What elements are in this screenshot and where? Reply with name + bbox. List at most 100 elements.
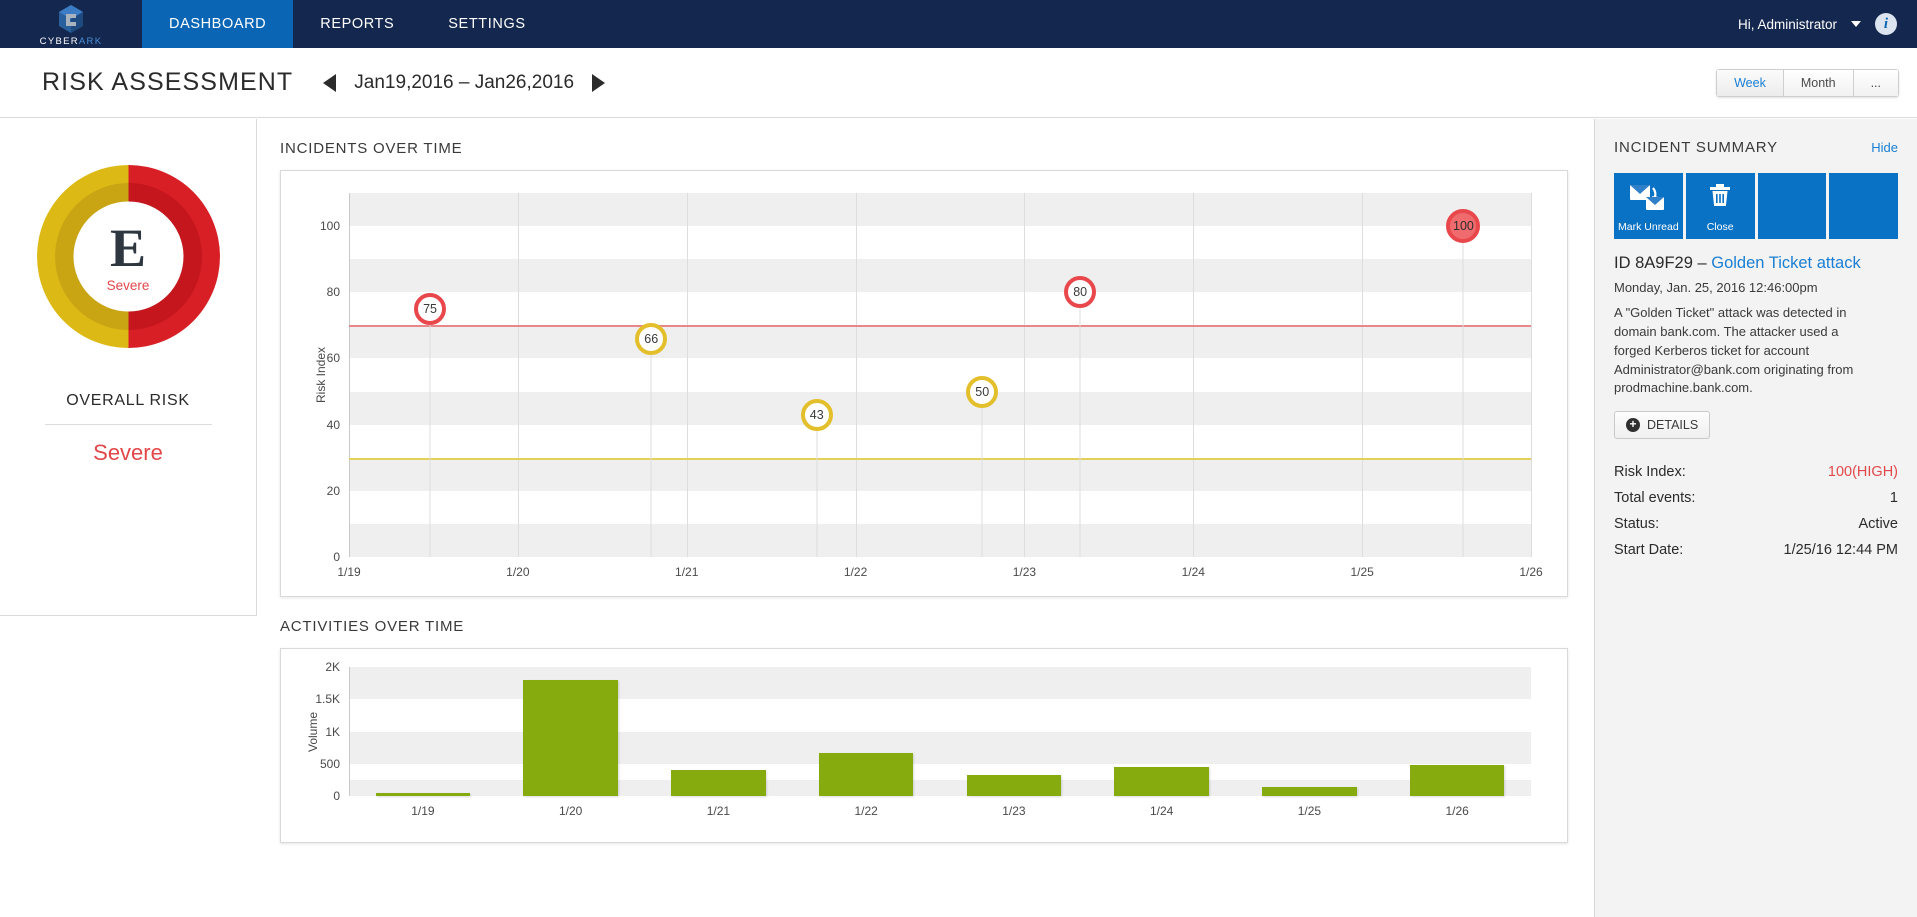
close-incident-label: Close [1686,221,1755,233]
action-tile-empty-2[interactable] [1829,173,1898,239]
y-axis-line [349,667,350,796]
x-gridline [1024,193,1025,557]
y-axis-tick-label: 40 [327,418,340,432]
x-axis-tick-label: 1/19 [337,565,360,579]
x-axis-tick-label: 1/23 [1002,804,1025,818]
y-axis-title: Risk Index [314,347,328,403]
incident-summary-title: INCIDENT SUMMARY [1614,139,1778,156]
details-button-label: DETAILS [1647,418,1698,432]
incident-bubble[interactable]: 75 [414,293,446,325]
plot-band [349,524,1531,557]
hide-panel-link[interactable]: Hide [1871,140,1898,155]
x-gridline [687,193,688,557]
incident-summary-header: INCIDENT SUMMARY Hide [1614,139,1898,156]
plot-band [349,193,1531,226]
x-axis-tick-label: 1/25 [1350,565,1373,579]
nav-right-group: Hi, Administrator i [1738,0,1917,48]
detail-value-status: Active [1859,516,1899,532]
logo-text-ark: ARK [79,36,102,47]
top-navigation-bar: CYBERARK DASHBOARD REPORTS SETTINGS Hi, … [0,0,1917,48]
y-axis-tick-label: 0 [333,789,340,803]
details-button[interactable]: + DETAILS [1614,411,1710,439]
cyberark-wordmark: CYBERARK [40,36,103,47]
incident-timestamp: Monday, Jan. 25, 2016 12:46:00pm [1614,280,1898,295]
overall-risk-value: Severe [0,440,256,466]
nav-item-settings[interactable]: SETTINGS [421,0,552,48]
activity-bar[interactable] [523,680,618,796]
range-button-more[interactable]: ... [1854,69,1899,97]
y-axis-tick-label: 60 [327,351,340,365]
next-period-arrow-icon[interactable] [592,74,605,92]
mark-unread-label: Mark Unread [1614,221,1683,233]
x-gridline [518,193,519,557]
detail-label-risk-index: Risk Index: [1614,464,1686,480]
incident-summary-panel: INCIDENT SUMMARY Hide Mark Unread [1594,119,1917,917]
incident-description: A "Golden Ticket" attack was detected in… [1614,304,1876,398]
y-axis-tick-label: 20 [327,484,340,498]
x-gridline [1531,193,1532,557]
activity-bar[interactable] [376,793,471,796]
activity-bar[interactable] [819,753,914,796]
incidents-chart-title: INCIDENTS OVER TIME [280,140,1594,157]
incident-name-link[interactable]: Golden Ticket attack [1711,254,1861,272]
x-axis-tick-label: 1/21 [707,804,730,818]
x-gridline [1362,193,1363,557]
cyberark-logo[interactable]: CYBERARK [0,0,142,48]
incident-bubble[interactable]: 43 [801,399,833,431]
activity-bar[interactable] [671,770,766,796]
y-axis-line [349,193,350,557]
x-axis-tick-label: 1/26 [1445,804,1468,818]
chevron-down-icon[interactable] [1851,21,1861,27]
info-icon[interactable]: i [1875,13,1897,35]
incident-action-tiles: Mark Unread Close [1614,173,1898,239]
incident-bubble[interactable]: 66 [635,323,667,355]
incident-stem-line [1080,292,1081,557]
trash-can-icon [1686,182,1755,212]
plus-circle-icon: + [1626,418,1640,432]
incident-bubble[interactable]: 50 [966,376,998,408]
action-tile-empty-1[interactable] [1758,173,1827,239]
nav-item-reports[interactable]: REPORTS [293,0,421,48]
overall-risk-label: OVERALL RISK [0,392,256,410]
x-axis-tick-label: 1/26 [1519,565,1542,579]
activity-bar[interactable] [1262,787,1357,796]
range-button-month[interactable]: Month [1784,69,1854,97]
mark-unread-envelope-icon [1614,182,1683,212]
nav-item-dashboard[interactable]: DASHBOARD [142,0,293,48]
logo-text-cyber: CYBER [40,36,79,47]
medium-risk-threshold [349,458,1531,460]
y-axis-tick-label: 1.5K [315,692,340,706]
x-axis-tick-label: 1/22 [854,804,877,818]
x-axis-tick-label: 1/20 [559,804,582,818]
x-gridline [856,193,857,557]
plot-band [349,259,1531,292]
activity-bar[interactable] [1410,765,1505,796]
detail-row-total-events: Total events: 1 [1614,485,1898,511]
page-title-bar: RISK ASSESSMENT Jan19,2016 – Jan26,2016 … [0,48,1917,118]
main-content: INCIDENTS OVER TIME 0 20 40 60 80 100 1/19 1/20… [258,119,1594,917]
y-axis-title: Volume [306,711,320,751]
activity-bar[interactable] [967,775,1062,796]
activity-bar[interactable] [1114,767,1209,796]
activities-plot-area[interactable]: 05001K1.5K2K1/191/201/211/221/231/241/25… [349,667,1531,796]
incident-bubble[interactable]: 100 [1446,209,1480,243]
close-incident-button[interactable]: Close [1686,173,1755,239]
y-axis-tick-label: 500 [320,757,340,771]
mark-unread-button[interactable]: Mark Unread [1614,173,1683,239]
detail-row-risk-index: Risk Index: 100(HIGH) [1614,459,1898,485]
range-button-week[interactable]: Week [1716,69,1784,97]
x-axis-tick-label: 1/24 [1150,804,1173,818]
incident-bubble[interactable]: 80 [1064,276,1096,308]
x-axis-tick-label: 1/23 [1013,565,1036,579]
gauge-center-label: E Severe [31,221,226,293]
incident-id: ID 8A9F29 – [1614,254,1711,272]
y-axis-tick-label: 0 [333,550,340,564]
detail-value-total-events: 1 [1890,490,1898,506]
incidents-plot-area[interactable]: 0204060801001/191/201/211/221/231/241/25… [349,193,1531,557]
x-axis-tick-label: 1/19 [411,804,434,818]
overall-risk-gauge: E Severe [31,159,226,354]
x-gridline [1193,193,1194,557]
user-greeting[interactable]: Hi, Administrator [1738,17,1837,32]
prev-period-arrow-icon[interactable] [323,74,336,92]
risk-gauge-sidebar: E Severe OVERALL RISK Severe [0,119,257,616]
